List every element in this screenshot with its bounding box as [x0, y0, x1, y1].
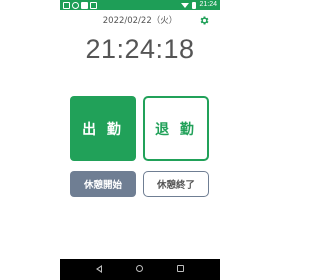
wifi-icon: [181, 2, 190, 8]
app-screen: 21:24 2022/02/22（火） 21:24:18 出 勤 退 勤 休憩開…: [60, 0, 220, 280]
home-icon[interactable]: [136, 265, 143, 272]
card-icon: [90, 1, 97, 9]
notification-icon: [63, 1, 70, 9]
check-out-button[interactable]: 退 勤: [143, 96, 209, 161]
status-icons-left: [63, 1, 97, 9]
back-icon-inner: [97, 266, 101, 271]
gear-icon[interactable]: [199, 15, 210, 26]
break-end-button[interactable]: 休憩終了: [143, 171, 209, 197]
battery-icon: [192, 1, 197, 9]
status-icons-right: 21:24: [181, 0, 217, 10]
current-time: 21:24:18: [85, 34, 195, 64]
status-time: 21:24: [199, 1, 217, 8]
current-date: 2022/02/22（火）: [102, 16, 178, 26]
status-bar: 21:24: [60, 0, 220, 10]
break-start-button[interactable]: 休憩開始: [70, 171, 136, 197]
image-icon: [81, 1, 88, 9]
recents-icon[interactable]: [177, 265, 184, 272]
sim-icon: [72, 1, 79, 9]
check-in-button[interactable]: 出 勤: [70, 96, 136, 161]
navigation-bar: [60, 259, 220, 280]
